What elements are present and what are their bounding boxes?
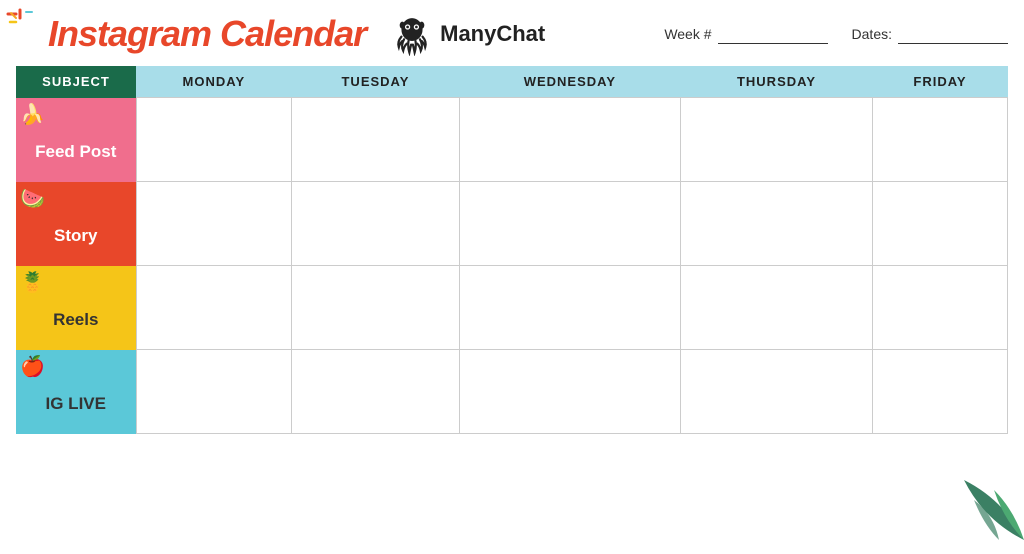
row-reels: 🍍Reels [16,266,1008,350]
cell-feed-post-monday[interactable] [136,98,292,182]
row-story: 🍉Story [16,182,1008,266]
header: Instagram Calendar ManyChat [16,12,1008,56]
th-monday: MONDAY [136,66,292,98]
fruit-icon: 🍍 [20,270,45,295]
row-feed-post: 🍌Feed Post [16,98,1008,182]
header-row: SUBJECT MONDAY TUESDAY WEDNESDAY THURSDA… [16,66,1008,98]
subject-ig-live: 🍎IG LIVE [16,350,136,434]
cell-reels-friday[interactable] [872,266,1007,350]
cell-reels-monday[interactable] [136,266,292,350]
week-label: Week # [664,26,711,42]
subject-feed-post: 🍌Feed Post [16,98,136,182]
th-friday: FRIDAY [872,66,1007,98]
cell-ig-live-friday[interactable] [872,350,1007,434]
cell-ig-live-thursday[interactable] [681,350,873,434]
cell-story-tuesday[interactable] [292,182,460,266]
cell-story-monday[interactable] [136,182,292,266]
page-title: Instagram Calendar [48,13,366,54]
cell-story-thursday[interactable] [681,182,873,266]
cell-feed-post-thursday[interactable] [681,98,873,182]
calendar-table: SUBJECT MONDAY TUESDAY WEDNESDAY THURSDA… [16,66,1008,434]
th-wednesday: WEDNESDAY [459,66,680,98]
th-thursday: THURSDAY [681,66,873,98]
leaf-decoration [944,470,1024,554]
week-input[interactable] [718,24,828,44]
fruit-icon: 🍌 [20,102,45,127]
spark-decoration [6,8,34,36]
fruit-icon: 🍎 [20,354,45,379]
cell-story-wednesday[interactable] [459,182,680,266]
manychat-logo: ManyChat [390,12,545,56]
row-ig-live: 🍎IG LIVE [16,350,1008,434]
cell-ig-live-wednesday[interactable] [459,350,680,434]
week-field: Week # [664,24,827,44]
fruit-icon: 🍉 [20,186,45,211]
th-subject: SUBJECT [16,66,136,98]
subject-story: 🍉Story [16,182,136,266]
cell-ig-live-tuesday[interactable] [292,350,460,434]
brand-name: ManyChat [440,21,545,47]
cell-feed-post-tuesday[interactable] [292,98,460,182]
cell-reels-wednesday[interactable] [459,266,680,350]
cell-reels-tuesday[interactable] [292,266,460,350]
cell-reels-thursday[interactable] [681,266,873,350]
week-dates-section: Week # Dates: [664,24,1008,44]
cell-feed-post-friday[interactable] [872,98,1007,182]
dates-input[interactable] [898,24,1008,44]
dates-field: Dates: [852,24,1008,44]
manychat-octopus-icon [390,12,434,56]
th-tuesday: TUESDAY [292,66,460,98]
dates-label: Dates: [852,26,892,42]
cell-feed-post-wednesday[interactable] [459,98,680,182]
subject-reels: 🍍Reels [16,266,136,350]
cell-story-friday[interactable] [872,182,1007,266]
page: Instagram Calendar ManyChat [0,0,1024,554]
cell-ig-live-monday[interactable] [136,350,292,434]
